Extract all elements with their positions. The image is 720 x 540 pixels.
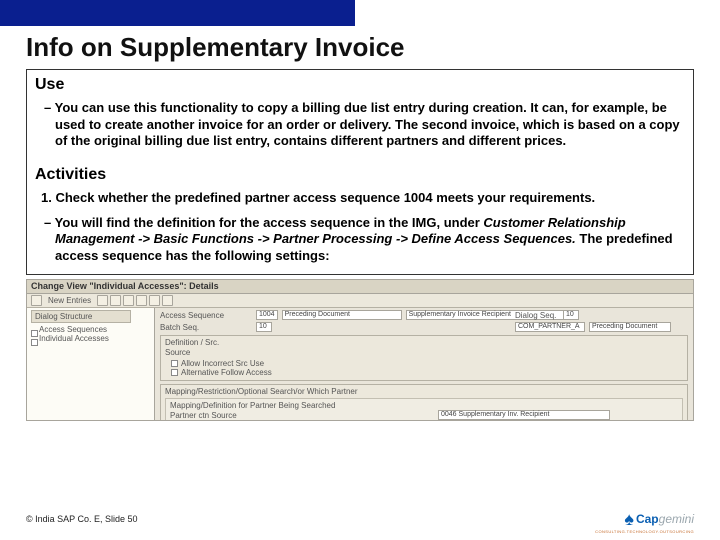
use-heading: Use (27, 70, 693, 96)
footer-copyright: © India SAP Co. E, Slide 50 (26, 514, 138, 524)
toolbar-icon[interactable] (31, 295, 42, 306)
nested-box: Mapping/Definition for Partner Being Sea… (165, 398, 683, 421)
chk-alt-follow[interactable]: Alternative Follow Access (165, 368, 683, 377)
sap-group-mapping: Mapping/Restriction/Optional Search/or W… (160, 384, 688, 421)
spade-icon: ♠ (624, 510, 634, 528)
activities-heading: Activities (27, 160, 693, 186)
checkbox-icon (171, 360, 178, 367)
field-access-desc[interactable]: Preceding Document (282, 310, 402, 320)
field-partnerctn[interactable]: 0046 Supplementary Inv. Recipient (438, 410, 610, 420)
toolbar-icon[interactable] (123, 295, 134, 306)
chk-label: Allow Incorrect Src Use (181, 359, 264, 368)
label-source: Source (165, 348, 257, 357)
field-source-code[interactable]: COM_PARTNER_A (515, 322, 585, 332)
sap-group-definition: Definition / Src. Dialog Seq. 10 COM_PAR… (160, 335, 688, 381)
group-title: Definition / Src. (165, 338, 683, 347)
toolbar-icon-group (97, 295, 173, 306)
logo-text-cap: Cap (636, 512, 659, 526)
activities-step2: You will find the definition for the acc… (27, 211, 693, 275)
toolbar-icon[interactable] (149, 295, 160, 306)
mapping-subhead: Mapping/Definition for Partner Being Sea… (170, 401, 678, 410)
group-title: Mapping/Restriction/Optional Search/or W… (165, 387, 683, 396)
logo-tagline: CONSULTING.TECHNOLOGY.OUTSOURCING (595, 529, 694, 534)
sap-titlebar: Change View "Individual Accesses": Detai… (27, 280, 693, 294)
sap-tree: Dialog Structure Access Sequences Indivi… (27, 308, 155, 420)
toolbar-icon[interactable] (162, 295, 173, 306)
label-partnerctn: Partner ctn Source (170, 411, 262, 420)
use-body: You can use this functionality to copy a… (27, 96, 693, 160)
label-dialog-seq: Dialog Seq. (515, 311, 559, 320)
label-access-seq: Access Sequence (160, 311, 252, 320)
label-batch: Batch Seq. (160, 323, 252, 332)
sap-toolbar: New Entries (27, 294, 693, 308)
toolbar-icon[interactable] (110, 295, 121, 306)
field-batch[interactable]: 10 (256, 322, 272, 332)
chk-label: Alternative Follow Access (181, 368, 272, 377)
content-frame: Use You can use this functionality to co… (26, 69, 694, 275)
capgemini-logo: ♠ Capgemini (624, 510, 694, 528)
activities-step2-pre: You will find the definition for the acc… (55, 215, 484, 230)
field-dialog-seq[interactable]: 10 (563, 310, 579, 320)
field-access-code[interactable]: 1004 (256, 310, 278, 320)
page-title: Info on Supplementary Invoice (26, 32, 720, 63)
chk-allow-incorrect[interactable]: Allow Incorrect Src Use (165, 359, 683, 368)
tree-item[interactable]: Individual Accesses (31, 334, 150, 343)
tree-heading: Dialog Structure (31, 310, 131, 323)
sap-detail-pane: Access Sequence 1004 Preceding Document … (155, 308, 693, 420)
sap-screenshot: Change View "Individual Accesses": Detai… (26, 279, 694, 421)
checkbox-icon (171, 369, 178, 376)
activities-step1: 1. Check whether the predefined partner … (27, 186, 693, 211)
accent-bar (0, 0, 355, 26)
toolbar-icon[interactable] (97, 295, 108, 306)
tree-item[interactable]: Access Sequences (31, 325, 150, 334)
field-source-desc[interactable]: Preceding Document (589, 322, 671, 332)
toolbar-newentries[interactable]: New Entries (48, 296, 91, 305)
toolbar-icon[interactable] (136, 295, 147, 306)
logo-text-gemini: gemini (659, 512, 694, 526)
